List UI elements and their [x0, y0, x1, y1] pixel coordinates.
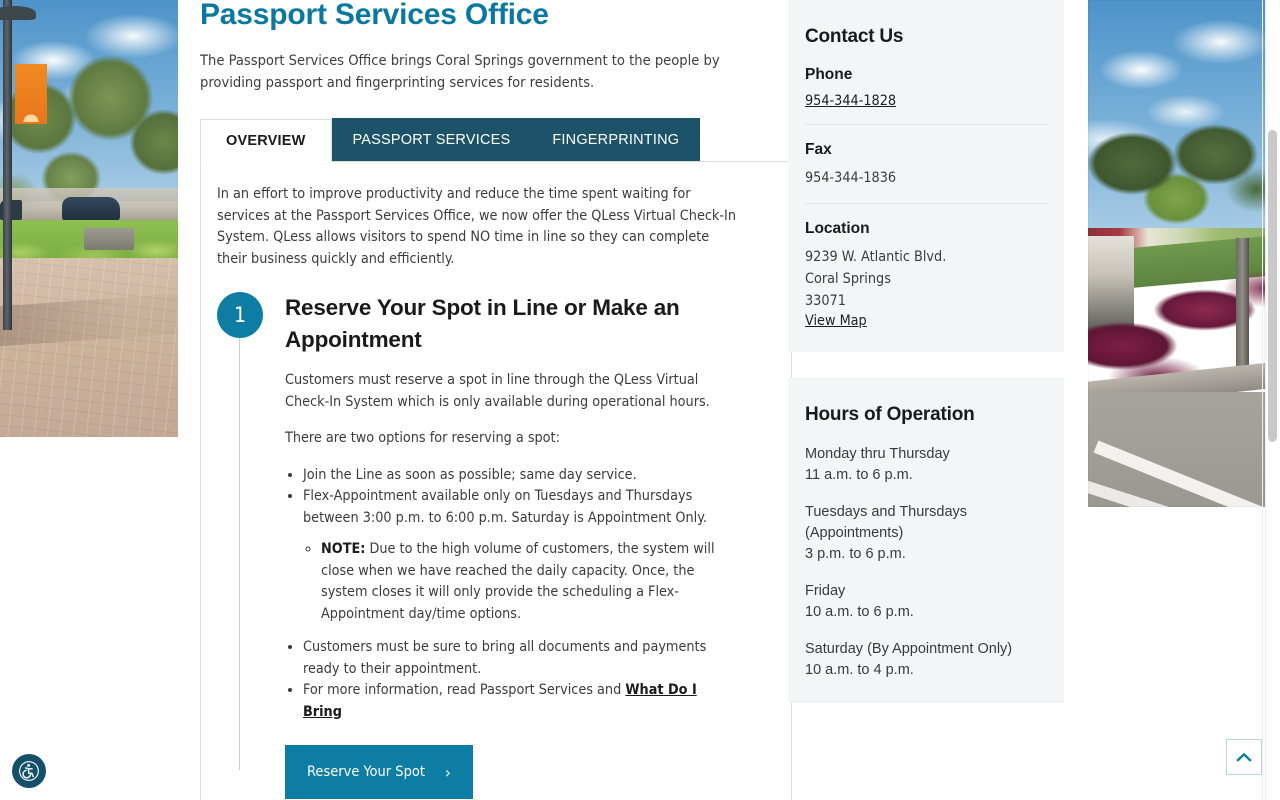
tab-overview[interactable]: Overview: [200, 119, 332, 162]
hours-days-secondary: (Appointments): [805, 525, 904, 541]
photo-car: [62, 197, 120, 221]
contact-us-title: Contact Us: [805, 26, 904, 47]
step-1: 1 Reserve Your Spot in Line or Make an A…: [217, 292, 767, 799]
photo-pavers: [0, 258, 178, 437]
address-line-2: Coral Springs: [805, 271, 891, 287]
step-1-paragraph-1: Customers must reserve a spot in line th…: [285, 372, 710, 410]
hours-time: 11 a.m. to 6 p.m.: [805, 467, 913, 483]
tab-list: Overview Passport Services Fingerprintin…: [200, 118, 792, 162]
step-1-nested-list: NOTE: Due to the high volume of customer…: [321, 539, 721, 625]
back-to-top-button[interactable]: [1226, 739, 1262, 775]
hours-days: Saturday (By Appointment Only): [805, 641, 1013, 657]
phone-label: Phone: [805, 66, 853, 83]
reserve-your-spot-button[interactable]: Reserve Your Spot ›: [285, 745, 473, 799]
location-label: Location: [805, 220, 870, 237]
divider: [805, 124, 1047, 125]
wheelchair-accessibility-icon: [12, 754, 46, 788]
step-1-title: Reserve Your Spot in Line or Make an App…: [285, 295, 680, 352]
hours-time: 10 a.m. to 6 p.m.: [805, 604, 914, 620]
hours-block: Tuesdays and Thursdays (Appointments) 3 …: [805, 502, 1047, 565]
photo-bench: [84, 228, 134, 250]
address-line-3: 33071: [805, 293, 846, 309]
hours-of-operation-title: Hours of Operation: [805, 404, 975, 425]
hours-time: 10 a.m. to 4 p.m.: [805, 662, 914, 678]
phone-number-link[interactable]: 954-344-1828: [805, 93, 896, 109]
list-item-note: NOTE: Due to the high volume of customer…: [321, 539, 721, 625]
chevron-up-icon: [1236, 752, 1252, 762]
divider: [805, 203, 1047, 204]
sidebar: Contact Us Phone 954-344-1828 Fax 954-34…: [788, 0, 1064, 703]
hours-time: 3 p.m. to 6 p.m.: [805, 546, 906, 562]
hours-block: Friday 10 a.m. to 6 p.m.: [805, 581, 1047, 623]
photo-frame: [1088, 0, 1265, 507]
step-1-bullet-list: Join the Line as soon as possible; same …: [303, 465, 721, 724]
page-title: Passport Services Office: [200, 0, 549, 31]
hours-days: Tuesdays and Thursdays: [805, 504, 968, 520]
step-1-number: 1: [217, 292, 263, 338]
tab-panel-overview: In an effort to improve productivity and…: [200, 161, 792, 800]
step-connector-line: [239, 338, 240, 770]
photo-lamp-post: [3, 0, 12, 330]
page-scrollbar-track[interactable]: [1265, 0, 1280, 800]
address-line-1: 9239 W. Atlantic Blvd.: [805, 249, 947, 265]
note-label: NOTE:: [321, 541, 366, 557]
hours-block: Saturday (By Appointment Only) 10 a.m. t…: [805, 639, 1047, 681]
article-column: Passport Services Office The Passport Se…: [200, 0, 792, 800]
main-content: Passport Services Office The Passport Se…: [178, 0, 1088, 800]
decorative-photo-left: [0, 0, 178, 437]
step-1-marker: 1: [217, 292, 263, 770]
panel-intro-text: In an effort to improve productivity and…: [217, 186, 736, 267]
hours-days: Friday: [805, 583, 846, 599]
chevron-right-icon: ›: [444, 762, 451, 782]
accessibility-widget-button[interactable]: [11, 753, 47, 789]
tab-fingerprinting[interactable]: Fingerprinting: [531, 118, 701, 161]
bullet-2-text: Flex-Appointment available only on Tuesd…: [303, 488, 707, 526]
list-item: For more information, read Passport Serv…: [303, 680, 721, 723]
list-item: Flex-Appointment available only on Tuesd…: [303, 486, 721, 625]
page-intro-text: The Passport Services Office brings Cora…: [200, 52, 720, 91]
page-scrollbar-thumb[interactable]: [1268, 130, 1277, 442]
fax-number: 954-344-1836: [805, 170, 897, 186]
decorative-photo-right: [1088, 0, 1265, 507]
list-item: Join the Line as soon as possible; same …: [303, 465, 721, 487]
step-1-body: Customers must reserve a spot in line th…: [285, 370, 721, 799]
reserve-your-spot-label: Reserve Your Spot: [307, 764, 425, 780]
fax-label: Fax: [805, 141, 832, 158]
viewport-edge-line: [1262, 0, 1263, 800]
hours-block: Monday thru Thursday 11 a.m. to 6 p.m.: [805, 444, 1047, 486]
hours-of-operation-card: Hours of Operation Monday thru Thursday …: [788, 378, 1064, 703]
tab-passport-services[interactable]: Passport Services: [331, 118, 532, 161]
note-text: Due to the high volume of customers, the…: [321, 541, 715, 622]
photo-lamp-head: [0, 6, 36, 20]
step-1-paragraph-2: There are two options for reserving a sp…: [285, 430, 560, 446]
contact-us-card: Contact Us Phone 954-344-1828 Fax 954-34…: [788, 0, 1064, 352]
bullet-4-prefix: For more information, read Passport Serv…: [303, 682, 626, 698]
hours-days: Monday thru Thursday: [805, 446, 950, 462]
photo-street-banner: [15, 64, 47, 124]
view-map-link[interactable]: View Map: [805, 313, 867, 329]
page-root: Passport Services Office The Passport Se…: [0, 0, 1280, 800]
list-item: Customers must be sure to bring all docu…: [303, 637, 721, 680]
